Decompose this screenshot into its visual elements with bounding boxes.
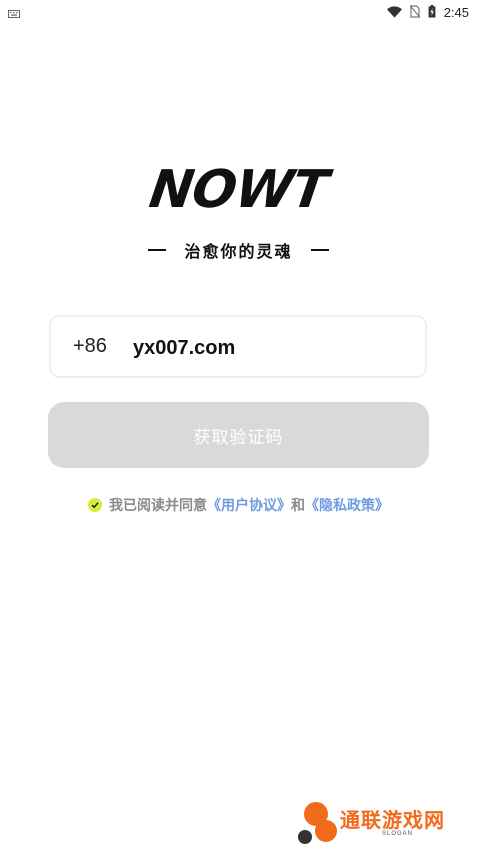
agreement-row: 我已阅读并同意 《用户协议》 和 《隐私政策》 [0, 494, 477, 516]
country-code-prefix[interactable]: +86 [73, 335, 131, 358]
user-agreement-link[interactable]: 《用户协议》 [207, 495, 291, 515]
wifi-icon [386, 3, 402, 22]
no-sim-icon [409, 3, 421, 22]
keyboard-icon [8, 3, 20, 22]
phone-number-input[interactable] [131, 336, 395, 361]
slogan-text: 治愈你的灵魂 [184, 242, 293, 261]
privacy-policy-link[interactable]: 《隐私政策》 [305, 495, 389, 515]
agreement-connector: 和 [291, 498, 305, 514]
get-code-label: 获取验证码 [193, 427, 284, 448]
slogan-right-dash [310, 249, 329, 251]
watermark-dot-icon [298, 830, 312, 844]
app-logo: NOWT [0, 160, 477, 220]
slogan-row: 治愈你的灵魂 [0, 238, 477, 262]
phone-input-field[interactable]: +86 [49, 315, 427, 378]
watermark-sub: SLOGAN [382, 831, 414, 837]
battery-charging-icon [428, 3, 436, 22]
watermark-title: 通联游戏网 [340, 808, 445, 832]
status-bar: 2:45 [0, 0, 477, 24]
agreement-prefix: 我已阅读并同意 [109, 498, 207, 514]
slogan-left-dash [148, 249, 167, 251]
status-time: 2:45 [443, 4, 469, 20]
agreement-check-icon[interactable] [88, 498, 102, 512]
logo-wordmark: NOWT [146, 160, 331, 220]
watermark-dot-icon [315, 820, 337, 842]
get-code-button[interactable]: 获取验证码 [48, 402, 429, 468]
watermark-logo: 通联游戏网 SLOGAN [298, 800, 468, 846]
